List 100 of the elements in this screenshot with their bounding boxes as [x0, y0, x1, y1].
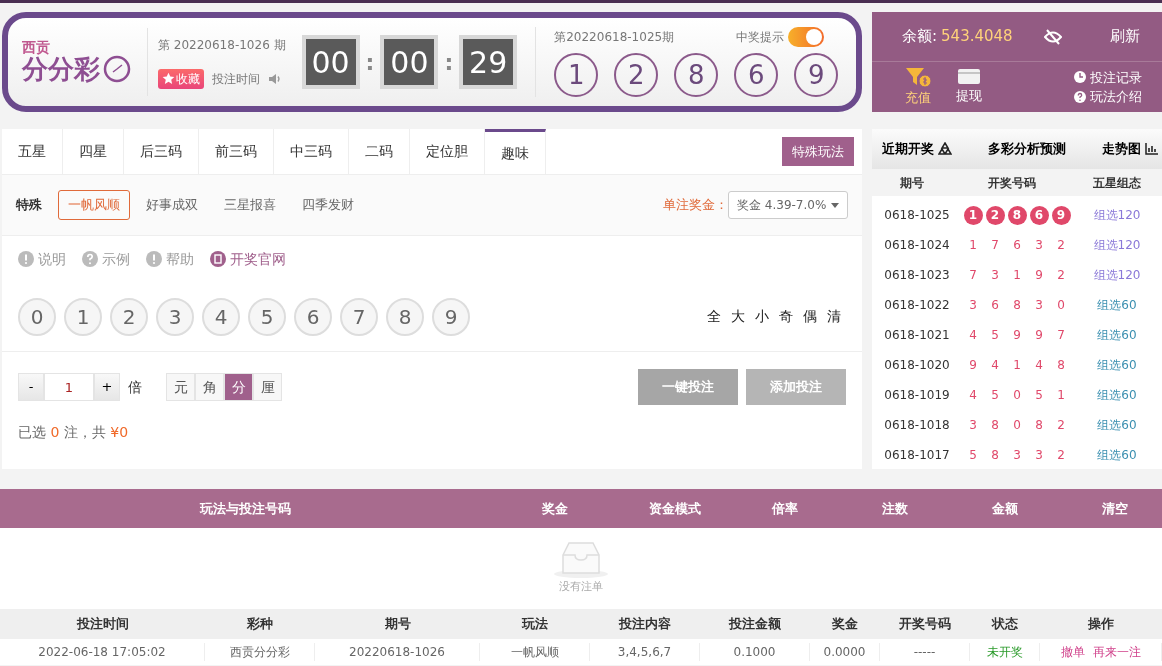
draw-number: 0 [1012, 417, 1022, 434]
column-header: 玩法与投注号码 [198, 499, 292, 518]
group-type-link[interactable]: 组选120 [1072, 236, 1162, 254]
draw-number: 3 [1012, 447, 1022, 464]
number-ball: 6 [1029, 205, 1049, 225]
action-link[interactable]: 撤单 [1060, 643, 1085, 661]
draw-number: 1 [1056, 387, 1066, 404]
info-link[interactable]: 说明 [18, 248, 66, 270]
draw-number: 9 [1034, 327, 1044, 344]
decrease-button[interactable]: - [18, 373, 44, 401]
number-ball-button[interactable]: 7 [340, 297, 378, 336]
multiplier-unit: 倍 [128, 377, 142, 397]
column-header: 开奖号码 [898, 615, 952, 634]
quick-pick-button[interactable]: 奇 [774, 306, 798, 327]
sub-tab[interactable]: 一帆风顺 [58, 190, 130, 220]
time-separator: : [443, 48, 455, 77]
draw-number: 3 [990, 267, 1000, 284]
recent-tab[interactable]: 多彩分析预测 [988, 139, 1066, 159]
group-type-link[interactable]: 组选120 [1072, 206, 1162, 224]
quick-pick-button[interactable]: 清 [822, 306, 846, 327]
wallet-icon [956, 66, 982, 87]
draw-number: 4 [968, 387, 978, 404]
status-text: 未开奖 [970, 643, 1040, 661]
column-header: 奖金 [831, 615, 859, 634]
refresh-button[interactable]: 刷新 [1110, 25, 1140, 48]
number-ball-button[interactable]: 1 [64, 297, 102, 336]
recent-tab[interactable]: 近期开奖 [882, 139, 952, 159]
win-alert-toggle[interactable] [788, 27, 825, 47]
issue-number: 0618-1023 [883, 267, 951, 284]
draw-number: 4 [1034, 357, 1044, 374]
number-ball-button[interactable]: 0 [18, 297, 56, 336]
quick-pick-button[interactable]: 全 [702, 306, 726, 327]
wallet-action-button[interactable]: 提现 [956, 66, 982, 108]
recent-tab[interactable]: 走势图 [1102, 139, 1158, 159]
draw-number: 2 [1056, 267, 1066, 284]
table-cell: 0.1000 [700, 643, 810, 661]
speaker-icon[interactable] [268, 71, 282, 86]
number-ball-button[interactable]: 3 [156, 297, 194, 336]
empty-tray-icon [553, 541, 609, 580]
draw-number: 9 [1034, 267, 1044, 284]
number-ball-button[interactable]: 6 [294, 297, 332, 336]
prize-select[interactable]: 奖金 4.39-7.0% [728, 191, 848, 219]
group-type-link[interactable]: 组选60 [1072, 446, 1162, 464]
number-ball-button[interactable]: 9 [432, 297, 470, 336]
draw-number: 3 [1034, 447, 1044, 464]
quick-pick-button[interactable]: 小 [750, 306, 774, 327]
hide-balance-icon[interactable] [1044, 28, 1062, 45]
table-cell: 3,4,5,6,7 [590, 643, 700, 661]
column-header: 期号 [383, 615, 412, 634]
draw-number: 5 [968, 447, 978, 464]
sub-tab[interactable]: 好事成双 [136, 190, 208, 220]
unit-toggle[interactable]: 厘 [253, 373, 282, 401]
bar-chart-icon [1145, 143, 1158, 155]
info-link[interactable]: 开奖官网 [210, 248, 286, 270]
unit-toggle[interactable]: 分 [224, 373, 253, 401]
number-ball-button[interactable]: 2 [110, 297, 148, 336]
wallet-action-button[interactable]: 充值 [904, 66, 932, 108]
unit-toggle[interactable]: 角 [195, 373, 224, 401]
sub-tab[interactable]: 三星报喜 [214, 190, 286, 220]
number-ball: 8 [1007, 205, 1027, 225]
number-ball-button[interactable]: 4 [202, 297, 240, 336]
table-cell: 西贡分分彩 [205, 643, 315, 661]
account-link[interactable]: 投注记录 [1074, 67, 1142, 87]
group-type-link[interactable]: 组选60 [1072, 296, 1162, 314]
number-ball-button[interactable]: 8 [386, 297, 424, 336]
number-ball-button[interactable]: 5 [248, 297, 286, 336]
column-header: 投注金额 [727, 615, 782, 634]
group-type-link[interactable]: 组选120 [1072, 266, 1162, 284]
special-play-button[interactable]: 特殊玩法 [782, 136, 854, 167]
countdown-digits: 29 [459, 35, 518, 89]
info-link[interactable]: 帮助 [146, 248, 194, 270]
group-type-link[interactable]: 组选60 [1072, 356, 1162, 374]
column-header: 彩种 [246, 615, 274, 634]
issue-number: 0618-1019 [883, 387, 951, 404]
time-separator: : [364, 48, 376, 77]
group-type-link[interactable]: 组选60 [1072, 416, 1162, 434]
group-type-link[interactable]: 组选60 [1072, 326, 1162, 344]
action-link[interactable]: 再来一注 [1092, 643, 1141, 661]
prize-label: 单注奖金： [663, 196, 728, 215]
account-link[interactable]: 玩法介绍 [1074, 87, 1142, 107]
draw-number: 8 [1056, 357, 1066, 374]
quick-pick-button[interactable]: 偶 [798, 306, 822, 327]
number-ball: 1 [963, 205, 983, 225]
draw-number: 0 [1012, 387, 1022, 404]
draw-number: 1 [1012, 267, 1022, 284]
column-header[interactable]: 清空 [1060, 498, 1162, 519]
quick-pick-button[interactable]: 大 [726, 306, 750, 327]
favorite-button[interactable]: 收藏 [158, 68, 204, 89]
sub-tab[interactable]: 四季发财 [292, 190, 364, 220]
draw-number: 1 [968, 237, 978, 254]
number-ball: 9 [1051, 205, 1071, 225]
increase-button[interactable]: + [94, 373, 120, 401]
unit-toggle[interactable]: 元 [166, 373, 195, 401]
draw-number: 6 [990, 297, 1000, 314]
info-link[interactable]: 示例 [82, 248, 130, 270]
group-type-link[interactable]: 组选60 [1072, 386, 1162, 404]
balance-amount: 543.4048 [941, 26, 1013, 48]
column-header: 状态 [990, 615, 1019, 634]
play-tab[interactable]: 趣味 [485, 129, 546, 174]
multiplier-field[interactable]: 1 [44, 373, 94, 401]
